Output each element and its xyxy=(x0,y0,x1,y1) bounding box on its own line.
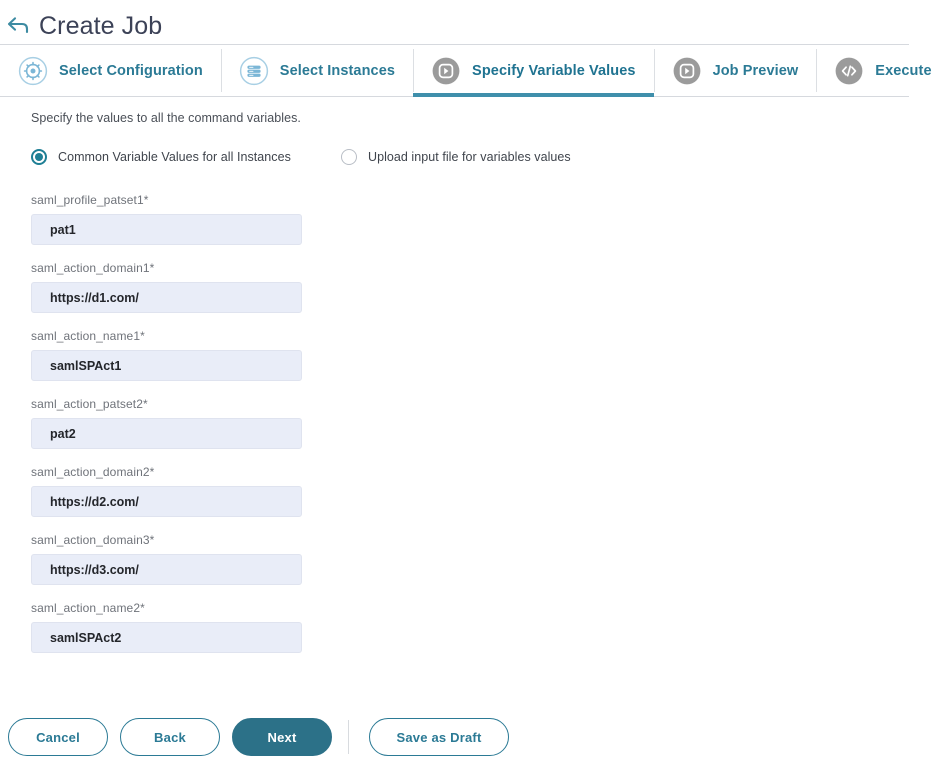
tab-label: Execute xyxy=(875,62,932,79)
field-saml-action-domain2: saml_action_domain2* xyxy=(31,465,939,517)
field-label: saml_action_domain1* xyxy=(31,261,155,275)
saml-action-name2-input[interactable] xyxy=(31,622,302,653)
field-saml-profile-patset1: saml_profile_patset1* xyxy=(31,193,939,245)
tab-select-configuration[interactable]: Select Configuration xyxy=(0,45,221,96)
field-label: saml_action_domain3* xyxy=(31,533,155,547)
wizard-footer: Cancel Back Next Save as Draft xyxy=(0,706,939,768)
play-square-circle-icon xyxy=(431,56,461,86)
radio-common-variable-values[interactable]: Common Variable Values for all Instances xyxy=(31,149,341,165)
page-header: Create Job xyxy=(0,0,939,44)
back-button[interactable]: Back xyxy=(120,718,220,756)
radio-mark-icon xyxy=(341,149,357,165)
saml-action-domain2-input[interactable] xyxy=(31,486,302,517)
code-brackets-circle-icon xyxy=(834,56,864,86)
field-saml-action-domain3: saml_action_domain3* xyxy=(31,533,939,585)
tab-execute[interactable]: Execute xyxy=(816,45,939,96)
tab-job-preview[interactable]: Job Preview xyxy=(653,45,817,96)
field-label: saml_action_name1* xyxy=(31,329,145,343)
create-job-page: Create Job Select Configuration Select I… xyxy=(0,0,939,768)
field-saml-action-name1: saml_action_name1* xyxy=(31,329,939,381)
variable-source-radio-group: Common Variable Values for all Instances… xyxy=(31,149,939,165)
field-label: saml_action_patset2* xyxy=(31,397,148,411)
field-label: saml_action_name2* xyxy=(31,601,145,615)
form-content: Specify the values to all the command va… xyxy=(0,97,939,653)
tab-label: Select Instances xyxy=(279,62,396,79)
tab-label: Select Configuration xyxy=(59,62,203,79)
field-label: saml_profile_patset1* xyxy=(31,193,149,207)
save-as-draft-button[interactable]: Save as Draft xyxy=(369,718,509,756)
footer-divider xyxy=(348,720,349,754)
radio-upload-input-file[interactable]: Upload input file for variables values xyxy=(341,149,571,165)
field-label: saml_action_domain2* xyxy=(31,465,155,479)
server-stack-circle-icon xyxy=(239,56,269,86)
saml-action-name1-input[interactable] xyxy=(31,350,302,381)
play-square-circle-icon xyxy=(672,56,702,86)
next-button[interactable]: Next xyxy=(232,718,332,756)
saml-action-patset2-input[interactable] xyxy=(31,418,302,449)
wizard-tab-bar: Select Configuration Select Instances Sp… xyxy=(0,44,939,97)
tab-specify-variable-values[interactable]: Specify Variable Values xyxy=(413,45,654,97)
form-intro-text: Specify the values to all the command va… xyxy=(31,111,301,125)
back-arrow-icon[interactable] xyxy=(6,15,30,37)
radio-label: Common Variable Values for all Instances xyxy=(58,150,291,164)
tab-label: Specify Variable Values xyxy=(472,62,636,79)
saml-action-domain3-input[interactable] xyxy=(31,554,302,585)
cancel-button[interactable]: Cancel xyxy=(8,718,108,756)
field-saml-action-name2: saml_action_name2* xyxy=(31,601,939,653)
field-saml-action-domain1: saml_action_domain1* xyxy=(31,261,939,313)
radio-label: Upload input file for variables values xyxy=(368,150,571,164)
page-title: Create Job xyxy=(39,11,163,40)
radio-mark-icon xyxy=(31,149,47,165)
tab-select-instances[interactable]: Select Instances xyxy=(220,45,414,96)
saml-profile-patset1-input[interactable] xyxy=(31,214,302,245)
gear-circle-icon xyxy=(18,56,48,86)
saml-action-domain1-input[interactable] xyxy=(31,282,302,313)
tab-label: Job Preview xyxy=(712,62,799,79)
field-saml-action-patset2: saml_action_patset2* xyxy=(31,397,939,449)
